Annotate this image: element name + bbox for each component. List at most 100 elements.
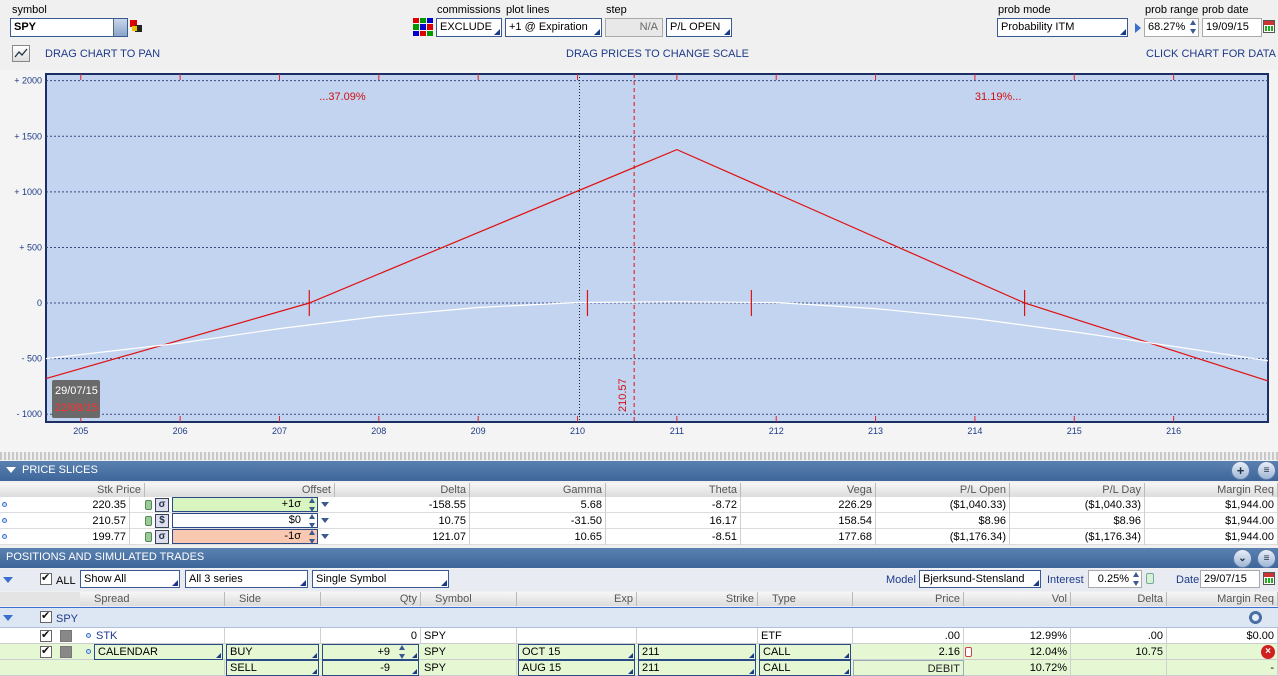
- symbol-mode-select[interactable]: Single Symbol: [312, 570, 449, 588]
- symbol-input[interactable]: SPY: [10, 18, 128, 37]
- lock-icon[interactable]: [145, 500, 152, 510]
- price-slice-stk[interactable]: 199.77: [0, 529, 130, 545]
- position-exp[interactable]: OCT 15: [518, 644, 635, 660]
- series-filter-select[interactable]: All 3 series: [185, 570, 308, 588]
- chart-type-icon[interactable]: [12, 45, 30, 62]
- price-slices-col-4[interactable]: Theta: [606, 483, 741, 497]
- commissions-select[interactable]: EXCLUDE: [436, 18, 502, 37]
- price-slice-offset[interactable]: -1σ: [172, 529, 318, 544]
- group-checkbox[interactable]: [40, 609, 52, 623]
- position-exp[interactable]: AUG 15: [518, 660, 635, 676]
- add-slice-button[interactable]: +: [1231, 461, 1250, 480]
- positions-col-2[interactable]: Qty: [321, 592, 421, 606]
- step-input[interactable]: N/A: [605, 18, 663, 37]
- position-dot-icon[interactable]: [86, 649, 91, 654]
- offset-spinner[interactable]: [308, 513, 317, 529]
- group-collapse-icon[interactable]: [3, 615, 13, 621]
- position-flag-box[interactable]: [60, 646, 72, 658]
- slice-menu-button[interactable]: ≡: [1257, 461, 1276, 480]
- position-checkbox[interactable]: [40, 628, 52, 642]
- remove-position-icon[interactable]: ×: [1261, 645, 1275, 659]
- splitter[interactable]: [0, 452, 1278, 460]
- sigma-mode-icon[interactable]: σ: [155, 498, 169, 512]
- risk-profile-chart-area[interactable]: + 2000 + 1500 + 1000 + 500 0 - 500 - 1000 205 20…: [0, 70, 1278, 455]
- positions-col-8[interactable]: Vol: [964, 592, 1071, 606]
- price-slices-col-6[interactable]: P/L Open: [876, 483, 1010, 497]
- position-checkbox[interactable]: [40, 644, 52, 658]
- positions-col-3[interactable]: Symbol: [421, 592, 517, 606]
- date-input[interactable]: 29/07/15: [1200, 570, 1260, 588]
- gear-icon[interactable]: [1248, 610, 1263, 625]
- position-qty[interactable]: -9: [322, 660, 419, 676]
- all-checkbox[interactable]: [40, 571, 52, 585]
- sigma-mode-icon[interactable]: σ: [155, 530, 169, 544]
- collapse-all-button[interactable]: ⌄: [1233, 549, 1252, 568]
- position-price[interactable]: .00: [853, 628, 964, 644]
- offset-dropdown-icon[interactable]: [321, 534, 329, 539]
- interest-spinner[interactable]: [1132, 571, 1141, 587]
- positions-menu-button[interactable]: ≡: [1257, 549, 1276, 568]
- price-slice-stk[interactable]: 210.57: [0, 513, 130, 529]
- price-slices-col-8[interactable]: Margin Req: [1145, 483, 1278, 497]
- position-strike[interactable]: 211: [638, 644, 756, 660]
- pl-mode-select[interactable]: P/L OPEN: [666, 18, 732, 37]
- model-select[interactable]: Bjerksund-Stensland: [919, 570, 1041, 588]
- positions-col-4[interactable]: Exp: [517, 592, 637, 606]
- position-side[interactable]: SELL: [226, 660, 319, 676]
- price-slice-pl_open: ($1,176.34): [876, 529, 1010, 545]
- position-type[interactable]: CALL: [759, 644, 851, 660]
- symbol-dropdown-icon[interactable]: [113, 19, 127, 36]
- offset-spinner[interactable]: [308, 529, 317, 545]
- offset-dropdown-icon[interactable]: [321, 518, 329, 523]
- expand-arrow-icon[interactable]: [1135, 23, 1141, 33]
- qty-spinner[interactable]: [398, 644, 407, 660]
- show-filter-select[interactable]: Show All: [80, 570, 180, 588]
- price-slices-col-0[interactable]: Stk Price: [0, 483, 145, 497]
- positions-col-7[interactable]: Price: [853, 592, 964, 606]
- price-lock-icon[interactable]: [965, 647, 972, 657]
- dollar-mode-icon[interactable]: $: [155, 514, 169, 528]
- positions-col-10[interactable]: Margin Req: [1167, 592, 1278, 606]
- positions-col-9[interactable]: Delta: [1071, 592, 1167, 606]
- offset-spinner[interactable]: [308, 497, 317, 513]
- prob-date-input[interactable]: 19/09/15: [1202, 18, 1262, 37]
- grid-icon[interactable]: [413, 18, 433, 36]
- plot-lines-select[interactable]: +1 @ Expiration: [505, 18, 602, 37]
- price-slices-header[interactable]: PRICE SLICES: [0, 461, 1278, 481]
- prob-range-spinner[interactable]: [1189, 19, 1198, 35]
- position-side[interactable]: BUY: [226, 644, 319, 660]
- lock-icon[interactable]: [1146, 573, 1154, 584]
- positions-header[interactable]: POSITIONS AND SIMULATED TRADES: [0, 548, 1278, 568]
- position-price[interactable]: DEBIT: [853, 660, 964, 676]
- position-dot-icon[interactable]: [86, 633, 91, 638]
- price-slice-offset[interactable]: +1σ: [172, 497, 318, 512]
- risk-profile-chart[interactable]: + 2000 + 1500 + 1000 + 500 0 - 500 - 1000 205 20…: [0, 70, 1278, 455]
- collapse-all-icon[interactable]: [3, 577, 13, 583]
- position-strike[interactable]: 211: [638, 660, 756, 676]
- lock-icon[interactable]: [145, 516, 152, 526]
- color-squares-icon[interactable]: [130, 20, 142, 32]
- x-tick-label: 216: [1166, 426, 1181, 436]
- position-type[interactable]: CALL: [759, 660, 851, 676]
- positions-col-1[interactable]: Side: [225, 592, 321, 606]
- price-slices-col-3[interactable]: Gamma: [470, 483, 606, 497]
- position-price[interactable]: 2.16: [853, 644, 964, 660]
- price-slices-col-2[interactable]: Delta: [335, 483, 470, 497]
- price-slices-col-5[interactable]: Vega: [741, 483, 876, 497]
- calendar-icon[interactable]: [1263, 20, 1275, 33]
- price-slice-stk[interactable]: 220.35: [0, 497, 130, 513]
- positions-col-5[interactable]: Strike: [637, 592, 758, 606]
- positions-col-6[interactable]: Type: [758, 592, 853, 606]
- lock-icon[interactable]: [145, 532, 152, 542]
- group-row-spy[interactable]: [0, 607, 1278, 628]
- date-calendar-icon[interactable]: [1263, 572, 1275, 585]
- prob-mode-select[interactable]: Probability ITM: [997, 18, 1128, 37]
- position-spread[interactable]: CALENDAR: [94, 644, 223, 660]
- offset-dropdown-icon[interactable]: [321, 502, 329, 507]
- position-flag-box[interactable]: [60, 630, 72, 642]
- price-slices-col-7[interactable]: P/L Day: [1010, 483, 1145, 497]
- price-slice-theta: -8.51: [606, 529, 741, 545]
- price-slice-offset[interactable]: $0: [172, 513, 318, 528]
- positions-col-0[interactable]: Spread: [80, 592, 225, 606]
- price-slices-col-1[interactable]: Offset: [145, 483, 335, 497]
